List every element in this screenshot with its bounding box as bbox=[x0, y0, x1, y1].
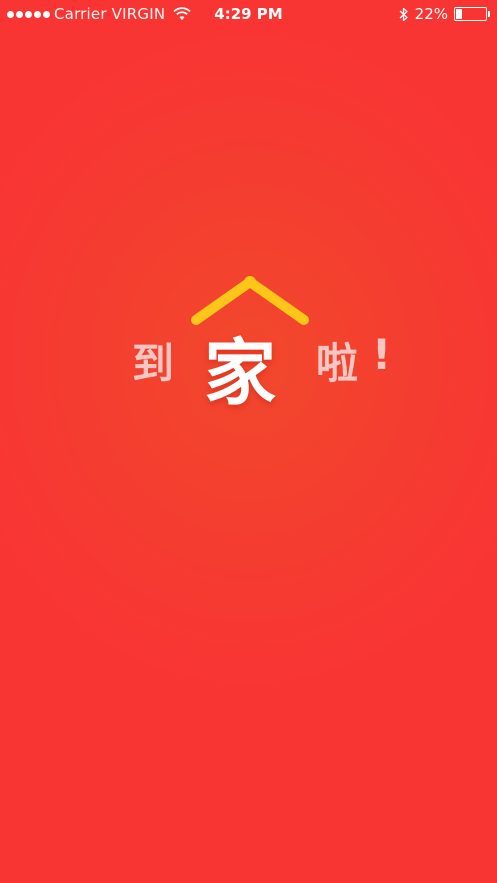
battery-percent: 22% bbox=[414, 5, 448, 23]
battery-icon bbox=[454, 7, 490, 21]
logo-char-la: 啦 bbox=[316, 339, 359, 388]
splash-screen: Carrier VIRGIN 4:29 PM 22% 到 家 啦 ! bbox=[0, 0, 497, 883]
battery-fill bbox=[456, 9, 462, 19]
logo-char-dao: 到 bbox=[132, 339, 175, 388]
logo-char-exclamation: ! bbox=[372, 330, 392, 379]
app-logo: 到 家 啦 ! bbox=[120, 270, 410, 415]
bluetooth-icon bbox=[399, 7, 408, 21]
status-right: 22% bbox=[399, 5, 490, 23]
status-bar: Carrier VIRGIN 4:29 PM 22% bbox=[0, 0, 497, 28]
logo-char-jia: 家 bbox=[204, 331, 277, 415]
